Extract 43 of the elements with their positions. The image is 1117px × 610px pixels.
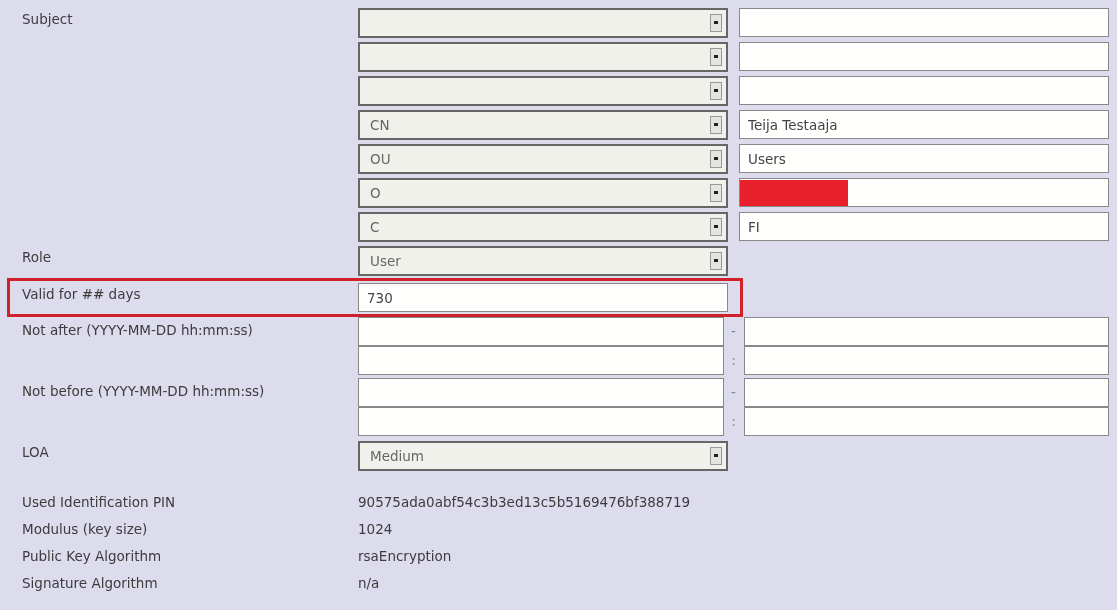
- input-field[interactable]: Users: [739, 144, 1109, 173]
- input-field[interactable]: [739, 178, 1109, 207]
- input-field[interactable]: 730: [358, 283, 728, 312]
- input-field[interactable]: [358, 317, 724, 346]
- dropdown[interactable]: [358, 8, 728, 38]
- field-label: Used Identification PIN: [22, 494, 176, 511]
- dropdown[interactable]: OU: [358, 144, 728, 174]
- field-value: 1024: [358, 520, 393, 540]
- dropdown[interactable]: [358, 42, 728, 72]
- input-field[interactable]: Teija Testaaja: [739, 110, 1109, 139]
- dropdown[interactable]: CN: [358, 110, 728, 140]
- field-label: Subject: [22, 11, 73, 27]
- separator-text: :: [730, 412, 737, 431]
- field-label: LOA: [22, 444, 49, 460]
- input-field[interactable]: [358, 407, 724, 436]
- field-label: Not after (YYYY-MM-DD hh:mm:ss): [22, 322, 253, 338]
- input-field[interactable]: FI: [739, 212, 1109, 241]
- input-field[interactable]: [743, 378, 1109, 407]
- input-field[interactable]: [739, 42, 1109, 71]
- input-field[interactable]: [358, 378, 724, 407]
- field-label: Role: [22, 249, 52, 265]
- dropdown[interactable]: O: [358, 178, 728, 208]
- field-label: Public Key Algorithm: [22, 548, 162, 565]
- dropdown[interactable]: C: [358, 212, 728, 242]
- input-field[interactable]: [743, 407, 1109, 436]
- field-label: Valid for ## days: [22, 286, 141, 302]
- field-label: Not before (YYYY-MM-DD hh:mm:ss): [22, 383, 265, 399]
- separator-text: -: [730, 322, 737, 341]
- separator-text: -: [730, 383, 737, 402]
- field-value: n/a: [358, 574, 380, 594]
- field-label: Signature Algorithm: [22, 575, 158, 592]
- dropdown[interactable]: [358, 76, 728, 106]
- input-field[interactable]: [739, 8, 1109, 37]
- input-field[interactable]: [743, 317, 1109, 346]
- dropdown[interactable]: Medium: [358, 441, 728, 471]
- dropdown[interactable]: User: [358, 246, 728, 276]
- input-field[interactable]: [743, 346, 1109, 375]
- input-field[interactable]: [358, 346, 724, 375]
- field-value: 90575ada0abf54c3b3ed13c5b5169476bf388719: [358, 493, 691, 513]
- field-label: Modulus (key size): [22, 521, 148, 538]
- separator-text: :: [730, 351, 737, 370]
- field-value: rsaEncryption: [358, 547, 452, 567]
- input-field[interactable]: [739, 76, 1109, 105]
